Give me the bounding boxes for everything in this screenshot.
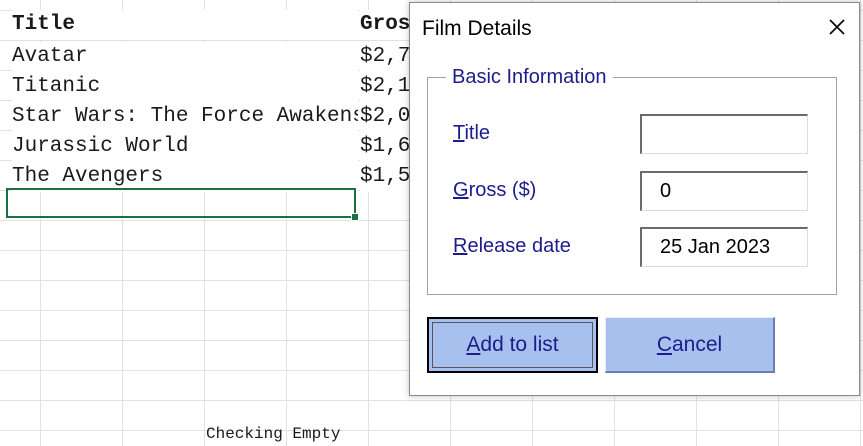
add-button-accel: A [466,333,481,356]
status-cell[interactable]: Checking Empty [206,423,340,445]
film-details-dialog: Film Details Basic Information Title Gro… [409,2,860,396]
gross-input[interactable] [640,171,808,211]
title-label: Title [453,122,490,145]
title-cell[interactable]: Jurassic World [12,132,358,162]
title-cell[interactable]: Star Wars: The Force Awakens [12,102,358,132]
release-date-input[interactable] [640,227,808,267]
active-cell-selection[interactable] [6,188,359,221]
close-button[interactable] [821,11,853,43]
cancel-button[interactable]: Cancel [605,317,775,373]
header-title-cell[interactable]: Title [12,10,358,40]
cancel-button-label: ancel [671,332,723,356]
add-button-label: dd to list [480,333,559,356]
frame-legend: Basic Information [446,63,613,91]
basic-information-frame: Basic Information Title Gross ($) Releas… [427,63,837,295]
title-cell[interactable]: Titanic [12,72,358,102]
gross-label-text: ross ($) [468,179,537,201]
release-label-accel: R [453,235,468,257]
release-label-text: elease date [467,235,571,257]
add-to-list-button[interactable]: Add to list [427,317,598,373]
gross-label: Gross ($) [453,179,536,202]
title-cell[interactable]: Avatar [12,42,358,72]
fill-handle[interactable] [351,213,359,221]
release-date-label: Release date [453,235,571,258]
cancel-button-accel: C [656,332,672,356]
title-label-text: itle [464,122,491,144]
close-icon [829,19,845,35]
gross-label-accel: G [453,179,469,201]
title-label-accel: T [453,122,465,144]
dialog-title: Film Details [422,17,532,40]
title-input[interactable] [640,114,808,154]
